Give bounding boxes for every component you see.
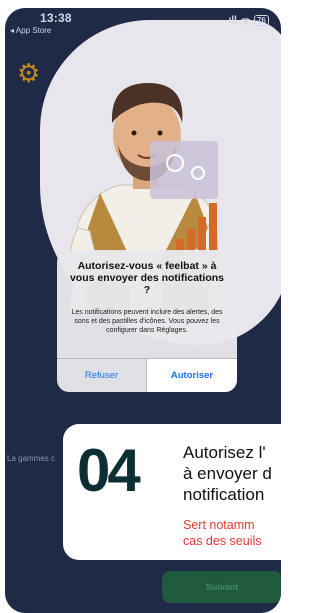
background-range-label: La gammes c [7,454,56,463]
step-overlay-card: 04 Autorisez l' à envoyer d notification… [63,424,286,560]
step-subtitle-line: cas des seuils [183,534,262,548]
step-title-line: à envoyer d [183,464,272,483]
step-number: 04 [77,437,141,504]
dialog-message: Les notifications peuvent inclure des al… [71,309,223,334]
signal-icon: ıll [228,14,237,26]
step-title: Autorisez l' à envoyer d notification [183,442,272,505]
status-time: 13:38 [40,11,72,25]
status-icons: ıll ᯤ 76 [229,13,269,27]
step-title-line: notification [183,485,265,504]
notification-permission-dialog: Autorisez-vous « feelbat » à vous envoye… [57,250,237,392]
next-button[interactable]: Suivant [162,571,281,603]
back-to-app-store-link[interactable]: ◂ App Store [10,26,51,35]
battery-icon: 76 [254,14,269,26]
step-title-line: Autorisez l' [183,443,266,462]
step-subtitle-line: Sert notamm [183,518,255,532]
step-subtitle: Sert notamm cas des seuils [183,517,262,549]
refuse-button[interactable]: Refuser [57,359,146,392]
wifi-icon: ᯤ [240,16,251,27]
status-bar: 13:38 ◂ App Store ıll ᯤ 76 [5,8,281,38]
dialog-title: Autorisez-vous « feelbat » à vous envoye… [69,260,225,296]
allow-button[interactable]: Autoriser [147,359,237,392]
